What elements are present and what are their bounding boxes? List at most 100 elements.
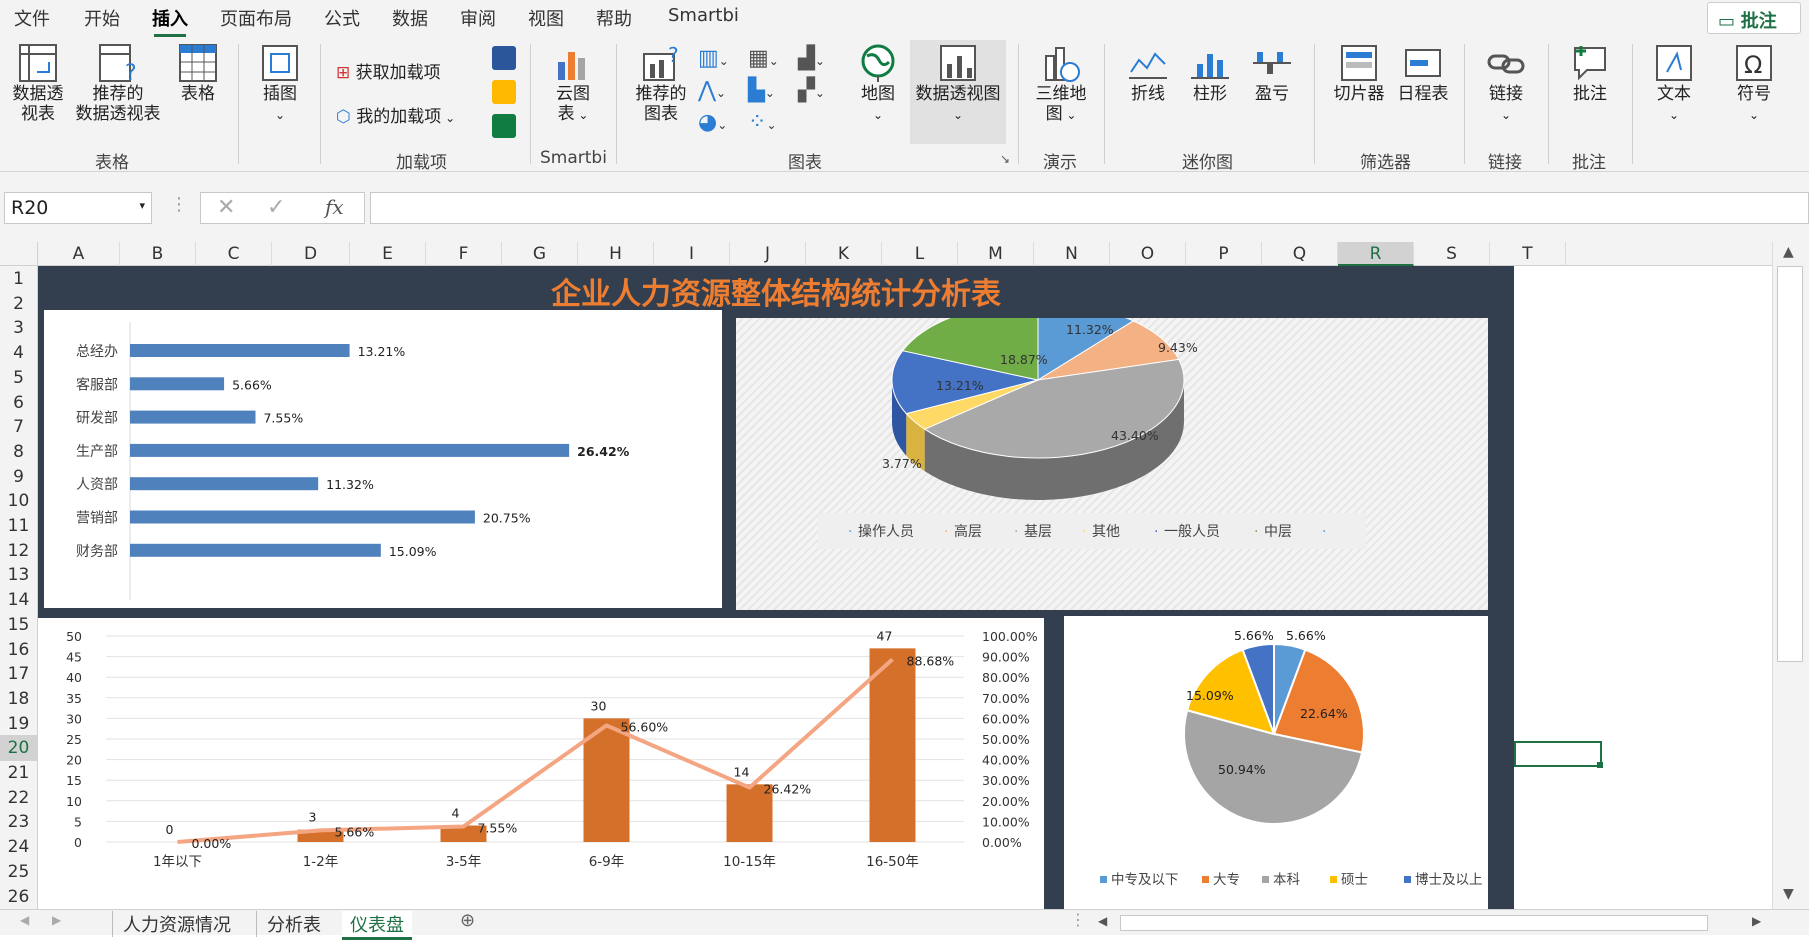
- name-box[interactable]: R20 ▾: [4, 192, 152, 224]
- table-button[interactable]: 表格: [170, 42, 226, 104]
- 3d-map-button[interactable]: 三维地 图 ⌄: [1030, 42, 1092, 125]
- row-header-26[interactable]: 26: [0, 884, 37, 910]
- ribbon-tab-4[interactable]: 公式: [324, 5, 360, 31]
- scroll-up-icon[interactable]: ▲: [1783, 244, 1794, 260]
- column-header-M[interactable]: M: [958, 242, 1034, 266]
- row-header-4[interactable]: 4: [0, 340, 37, 366]
- recommended-pivot-button[interactable]: ? 推荐的 数据透视表: [70, 42, 166, 124]
- timeline-button[interactable]: 日程表: [1392, 42, 1454, 104]
- more-icon[interactable]: ⋮: [170, 194, 188, 215]
- row-header-11[interactable]: 11: [0, 513, 37, 539]
- more-icon[interactable]: ⋮: [1070, 910, 1086, 929]
- tenure-chart-panel[interactable]: 0 0.00% 5 10.00% 10 20.00% 15 30.00% 20 40.00% 25 5…: [38, 618, 1044, 909]
- row-header-19[interactable]: 19: [0, 711, 37, 737]
- scroll-right-icon[interactable]: ▶: [1752, 914, 1761, 928]
- ribbon-tab-7[interactable]: 视图: [528, 5, 564, 31]
- sparkline-line-button[interactable]: 折线: [1120, 42, 1176, 104]
- prev-sheet-icon[interactable]: ◀: [20, 913, 29, 927]
- ribbon-tab-8[interactable]: 帮助: [596, 5, 632, 31]
- ribbon-tab-0[interactable]: 文件: [14, 5, 50, 31]
- hierarchy-chart-icon[interactable]: ▦⌄: [748, 46, 779, 71]
- row-header-18[interactable]: 18: [0, 686, 37, 712]
- column-header-P[interactable]: P: [1186, 242, 1262, 266]
- row-header-10[interactable]: 10: [0, 488, 37, 514]
- row-header-8[interactable]: 8: [0, 439, 37, 465]
- scroll-left-icon[interactable]: ◀: [1098, 914, 1107, 928]
- sheet-tab-dashboard[interactable]: 仪表盘: [342, 911, 412, 940]
- my-addins-button[interactable]: ⬡ 我的加载项 ⌄: [336, 102, 455, 127]
- row-header-6[interactable]: 6: [0, 390, 37, 416]
- link-button[interactable]: 链接 ⌄: [1478, 42, 1534, 125]
- row-header-9[interactable]: 9: [0, 464, 37, 490]
- text-button[interactable]: 文本 ⌄: [1646, 42, 1702, 125]
- ribbon-tab-5[interactable]: 数据: [392, 5, 428, 31]
- formula-input[interactable]: [370, 192, 1809, 224]
- line-chart-icon[interactable]: ⋀⌄: [698, 78, 726, 103]
- column-header-B[interactable]: B: [120, 242, 196, 266]
- visio-icon[interactable]: [492, 46, 516, 70]
- row-header-22[interactable]: 22: [0, 785, 37, 811]
- cancel-icon[interactable]: ✕: [217, 195, 235, 220]
- row-header-3[interactable]: 3: [0, 315, 37, 341]
- column-header-I[interactable]: I: [654, 242, 730, 266]
- row-header-15[interactable]: 15: [0, 612, 37, 638]
- bing-icon[interactable]: [492, 80, 516, 104]
- column-header-Q[interactable]: Q: [1262, 242, 1338, 266]
- row-header-24[interactable]: 24: [0, 834, 37, 860]
- position-chart-panel[interactable]: 11.32% 9.43% 43.40% 3.77% 13.21% 18.87% · 操作人员 ·…: [736, 301, 1488, 610]
- combo-chart-icon[interactable]: ▞⌄: [798, 78, 825, 103]
- row-header-13[interactable]: 13: [0, 562, 37, 588]
- h-scroll-thumb[interactable]: [1120, 915, 1708, 931]
- slicer-button[interactable]: 切片器: [1328, 42, 1390, 104]
- horizontal-scrollbar[interactable]: ◀ ▶: [1092, 913, 1772, 933]
- row-header-16[interactable]: 16: [0, 637, 37, 663]
- recommended-charts-button[interactable]: ? 推荐的 图表: [628, 42, 694, 124]
- scatter-chart-icon[interactable]: ⁘⌄: [748, 110, 777, 135]
- comment-ribbon-button[interactable]: 批注: [1562, 42, 1618, 104]
- column-header-C[interactable]: C: [196, 242, 272, 266]
- ribbon-tab-9[interactable]: Smartbi: [668, 5, 739, 26]
- column-header-J[interactable]: J: [730, 242, 806, 266]
- column-header-R[interactable]: R: [1338, 242, 1414, 266]
- pie-chart-icon[interactable]: ◕⌄: [698, 110, 727, 135]
- row-header-23[interactable]: 23: [0, 809, 37, 835]
- symbol-button[interactable]: Ω 符号 ⌄: [1726, 42, 1782, 125]
- row-header-25[interactable]: 25: [0, 859, 37, 885]
- row-header-2[interactable]: 2: [0, 291, 37, 317]
- vertical-scrollbar[interactable]: ▲ ▼: [1772, 242, 1809, 909]
- row-header-5[interactable]: 5: [0, 365, 37, 391]
- select-all-corner[interactable]: [0, 242, 38, 266]
- column-header-O[interactable]: O: [1110, 242, 1186, 266]
- scroll-down-icon[interactable]: ▼: [1783, 886, 1794, 902]
- comment-button-top[interactable]: ▭ 批注: [1707, 2, 1801, 34]
- illustrations-button[interactable]: 插图 ⌄: [252, 42, 308, 125]
- ribbon-tab-2[interactable]: 插入: [152, 5, 188, 37]
- column-header-T[interactable]: T: [1490, 242, 1566, 266]
- column-header-E[interactable]: E: [350, 242, 426, 266]
- people-graph-icon[interactable]: [492, 114, 516, 138]
- column-header-D[interactable]: D: [272, 242, 350, 266]
- selected-cell[interactable]: [1514, 741, 1602, 767]
- column-header-A[interactable]: A: [38, 242, 120, 266]
- cloud-chart-button[interactable]: 云图 表 ⌄: [545, 42, 601, 125]
- insert-function-icon[interactable]: fx: [325, 195, 344, 219]
- row-header-7[interactable]: 7: [0, 414, 37, 440]
- ribbon-tab-1[interactable]: 开始: [84, 5, 120, 31]
- dialog-launcher-icon[interactable]: ↘: [1000, 152, 1010, 166]
- column-chart-icon[interactable]: ▥⌄: [698, 46, 729, 71]
- column-header-G[interactable]: G: [502, 242, 578, 266]
- sparkline-winloss-button[interactable]: 盈亏: [1244, 42, 1300, 104]
- add-sheet-icon[interactable]: ⊕: [460, 910, 475, 931]
- sparkline-column-button[interactable]: 柱形: [1182, 42, 1238, 104]
- column-header-H[interactable]: H: [578, 242, 654, 266]
- column-header-L[interactable]: L: [882, 242, 958, 266]
- waterfall-chart-icon[interactable]: ▟⌄: [798, 46, 825, 71]
- row-header-17[interactable]: 17: [0, 661, 37, 687]
- statistic-chart-icon[interactable]: ▙⌄: [748, 78, 775, 103]
- education-chart-panel[interactable]: 5.66% 22.64% 50.94% 15.09% 5.66% 中专及以下 大专 本科 硕士 博…: [1064, 616, 1488, 909]
- sheet-tab-analysis[interactable]: 分析表: [256, 911, 321, 937]
- department-chart-panel[interactable]: 总经办 13.21% 客服部 5.66% 研发部 7.55% 生产部 26.42% 人资部 11.…: [44, 310, 722, 608]
- enter-icon[interactable]: ✓: [267, 195, 285, 220]
- column-header-S[interactable]: S: [1414, 242, 1490, 266]
- row-header-20[interactable]: 20: [0, 735, 37, 762]
